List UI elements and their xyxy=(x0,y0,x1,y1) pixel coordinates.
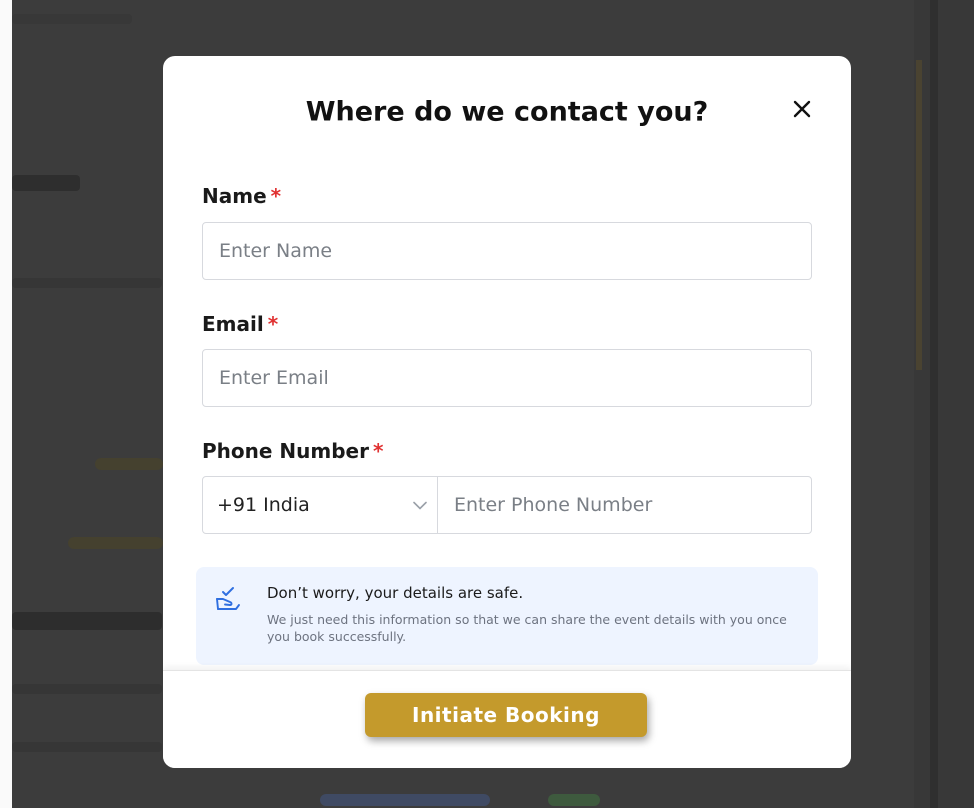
initiate-booking-button[interactable]: Initiate Booking xyxy=(365,693,647,737)
email-label-text: Email xyxy=(202,312,264,336)
page-right-column xyxy=(914,0,974,808)
name-label: Name * xyxy=(202,184,281,208)
background-pill xyxy=(95,458,163,470)
phone-label-text: Phone Number xyxy=(202,439,369,463)
modal-footer: Initiate Booking xyxy=(163,670,851,768)
email-input[interactable]: Enter Email xyxy=(202,349,812,407)
background-line xyxy=(930,0,938,808)
country-code-select[interactable]: +91 India xyxy=(203,477,438,533)
chevron-down-icon xyxy=(413,501,427,509)
background-line xyxy=(12,742,162,752)
name-input[interactable]: Enter Name xyxy=(202,222,812,280)
email-label: Email * xyxy=(202,312,278,336)
name-label-text: Name xyxy=(202,184,267,208)
email-placeholder: Enter Email xyxy=(219,367,329,389)
background-line xyxy=(12,684,162,694)
background-pill xyxy=(548,794,600,806)
name-placeholder: Enter Name xyxy=(219,240,333,262)
info-title: Don’t worry, your details are safe. xyxy=(267,584,524,602)
background-line xyxy=(12,278,162,288)
background-pill xyxy=(68,537,163,549)
close-button[interactable] xyxy=(789,96,815,122)
phone-number-input[interactable]: Enter Phone Number xyxy=(438,477,811,533)
close-icon xyxy=(793,100,811,118)
background-accent-bar xyxy=(916,60,922,370)
phone-label: Phone Number * xyxy=(202,439,383,463)
required-mark: * xyxy=(372,439,384,463)
required-mark: * xyxy=(270,184,282,208)
contact-modal: Where do we contact you? Name * Enter Nam… xyxy=(163,56,851,768)
background-line xyxy=(12,14,132,24)
background-pill xyxy=(320,794,490,806)
country-code-value: +91 India xyxy=(217,494,310,516)
phone-field-group: +91 India Enter Phone Number xyxy=(202,476,812,534)
background-line xyxy=(12,175,80,191)
page-left-edge xyxy=(0,0,12,808)
modal-title: Where do we contact you? xyxy=(305,96,709,128)
phone-placeholder: Enter Phone Number xyxy=(454,494,653,516)
privacy-info-box: Don’t worry, your details are safe. We j… xyxy=(196,567,818,665)
hand-check-icon xyxy=(216,587,240,610)
background-line xyxy=(12,612,162,630)
required-mark: * xyxy=(267,312,279,336)
info-body: We just need this information so that we… xyxy=(267,612,787,644)
